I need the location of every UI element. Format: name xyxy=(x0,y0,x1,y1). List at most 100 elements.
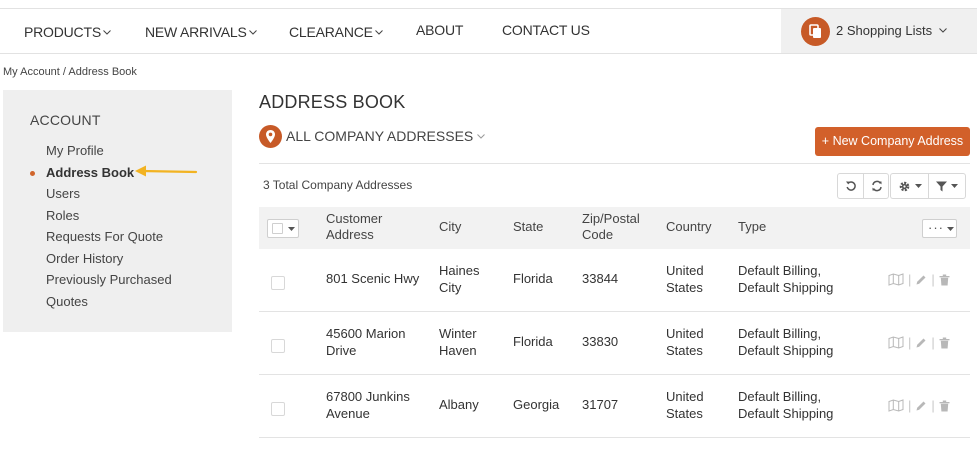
map-icon xyxy=(888,399,904,412)
total-count: 3 Total Company Addresses xyxy=(263,178,413,192)
sidebar-item-address-book[interactable]: Address Book xyxy=(46,165,134,180)
sidebar-item-quotes[interactable]: Quotes xyxy=(46,294,88,309)
cell-state: Florida xyxy=(513,271,553,286)
cell-country: United States xyxy=(666,326,704,358)
delete-button[interactable] xyxy=(939,274,950,286)
arrow-left-icon xyxy=(134,164,198,181)
trash-icon xyxy=(939,274,950,285)
nav-clearance-label: CLEARANCE xyxy=(289,24,373,40)
reset-icon xyxy=(845,181,856,191)
table-row: 801 Scenic Hwy Haines City Florida 33844… xyxy=(259,249,970,312)
sidebar-title: ACCOUNT xyxy=(30,112,101,128)
row-actions: | | xyxy=(888,398,950,413)
cell-type: Default Billing, Default Shipping xyxy=(738,263,834,295)
edit-button[interactable] xyxy=(915,337,927,349)
divider xyxy=(259,163,970,164)
row-checkbox[interactable] xyxy=(271,402,285,416)
cell-city: Winter Haven xyxy=(439,326,477,358)
divider: | xyxy=(908,272,912,287)
nav-about[interactable]: ABOUT xyxy=(416,22,463,38)
gear-icon xyxy=(899,181,910,191)
cell-zip: 33844 xyxy=(582,271,619,286)
sidebar-item-roles[interactable]: Roles xyxy=(46,208,79,223)
select-all-dropdown[interactable] xyxy=(267,219,299,238)
nav-about-label: ABOUT xyxy=(416,22,464,38)
nav-new-arrivals[interactable]: NEW ARRIVALS xyxy=(145,22,257,40)
nav-contact-us[interactable]: CONTACT US xyxy=(502,22,590,38)
account-sidebar: ACCOUNT My Profile Address Book Users Ro… xyxy=(3,90,232,332)
filter-icon xyxy=(936,181,947,191)
divider: | xyxy=(908,398,912,413)
map-icon xyxy=(888,273,904,286)
divider: | xyxy=(931,272,935,287)
active-indicator-dot xyxy=(30,171,35,176)
pencil-icon xyxy=(916,401,926,410)
table-row: 45600 Marion Drive Winter Haven Florida … xyxy=(259,312,970,375)
reset-button[interactable] xyxy=(838,174,864,198)
cell-city: Albany xyxy=(439,397,479,412)
divider: | xyxy=(931,335,935,350)
row-checkbox[interactable] xyxy=(271,339,285,353)
row-actions: | | xyxy=(888,335,950,350)
row-checkbox[interactable] xyxy=(271,276,285,290)
caret-down-icon xyxy=(951,184,958,188)
view-map-button[interactable] xyxy=(888,273,904,286)
filter-label-text: ALL COMPANY ADDRESSES xyxy=(286,128,474,144)
column-header-zip[interactable]: Zip/Postal Code xyxy=(582,211,647,243)
edit-button[interactable] xyxy=(915,274,927,286)
clipboard-icon xyxy=(801,17,830,46)
sidebar-item-users[interactable]: Users xyxy=(46,186,80,201)
shopping-lists-text: 2 Shopping Lists xyxy=(836,23,933,38)
column-header-state[interactable]: State xyxy=(513,219,543,235)
column-header-country[interactable]: Country xyxy=(666,219,712,235)
delete-button[interactable] xyxy=(939,337,950,349)
refresh-icon xyxy=(871,180,882,192)
new-company-address-button[interactable]: + New Company Address xyxy=(815,127,970,156)
more-options-dropdown[interactable]: ··· xyxy=(922,219,957,238)
page-title: ADDRESS BOOK xyxy=(259,92,406,112)
refresh-button[interactable] xyxy=(864,174,889,198)
view-map-button[interactable] xyxy=(888,399,904,412)
view-map-button[interactable] xyxy=(888,336,904,349)
divider: | xyxy=(908,335,912,350)
edit-button[interactable] xyxy=(915,400,927,412)
trash-icon xyxy=(939,337,950,348)
nav-contact-us-label: CONTACT US xyxy=(502,22,590,38)
breadcrumb[interactable]: My Account / Address Book xyxy=(3,66,137,78)
sidebar-item-previously-purchased[interactable]: Previously Purchased xyxy=(46,272,172,287)
cell-type: Default Billing, Default Shipping xyxy=(738,326,834,358)
nav-new-arrivals-label: NEW ARRIVALS xyxy=(145,24,247,40)
cell-state: Georgia xyxy=(513,397,560,412)
shopping-lists-button[interactable]: 2 Shopping Lists xyxy=(781,9,977,53)
settings-button[interactable] xyxy=(890,173,928,199)
sidebar-item-my-profile[interactable]: My Profile xyxy=(46,143,104,158)
ellipsis-icon: ··· xyxy=(928,220,944,235)
grid-actions-group xyxy=(837,173,889,199)
map-pin-icon xyxy=(259,125,282,148)
column-header-city[interactable]: City xyxy=(439,219,461,235)
cell-state: Florida xyxy=(513,334,553,349)
filter-button[interactable] xyxy=(928,173,966,199)
nav-clearance[interactable]: CLEARANCE xyxy=(289,22,383,40)
caret-down-icon xyxy=(947,227,954,231)
shopping-lists-label: 2 Shopping Lists xyxy=(836,23,948,38)
delete-button[interactable] xyxy=(939,400,950,412)
column-header-address[interactable]: Customer Address xyxy=(326,211,416,243)
cell-address: 67800 Junkins Avenue xyxy=(326,389,410,421)
nav-products[interactable]: PRODUCTS xyxy=(24,22,111,40)
cell-country: United States xyxy=(666,263,704,295)
sidebar-item-requests-for-quote[interactable]: Requests For Quote xyxy=(46,229,163,244)
pencil-icon xyxy=(916,338,926,347)
cell-address: 45600 Marion Drive xyxy=(326,326,406,358)
column-header-type[interactable]: Type xyxy=(738,219,766,235)
top-nav: PRODUCTS NEW ARRIVALS CLEARANCE ABOUT CO… xyxy=(0,8,977,54)
filter-button-inner xyxy=(929,174,965,198)
cell-address: 801 Scenic Hwy xyxy=(326,271,420,286)
checkbox-icon xyxy=(272,223,283,234)
cell-country: United States xyxy=(666,389,704,421)
sidebar-item-order-history[interactable]: Order History xyxy=(46,251,123,266)
cell-city: Haines City xyxy=(439,263,480,295)
cell-type: Default Billing, Default Shipping xyxy=(738,389,834,421)
chevron-down-icon xyxy=(248,22,257,38)
chevron-down-icon xyxy=(477,134,485,139)
